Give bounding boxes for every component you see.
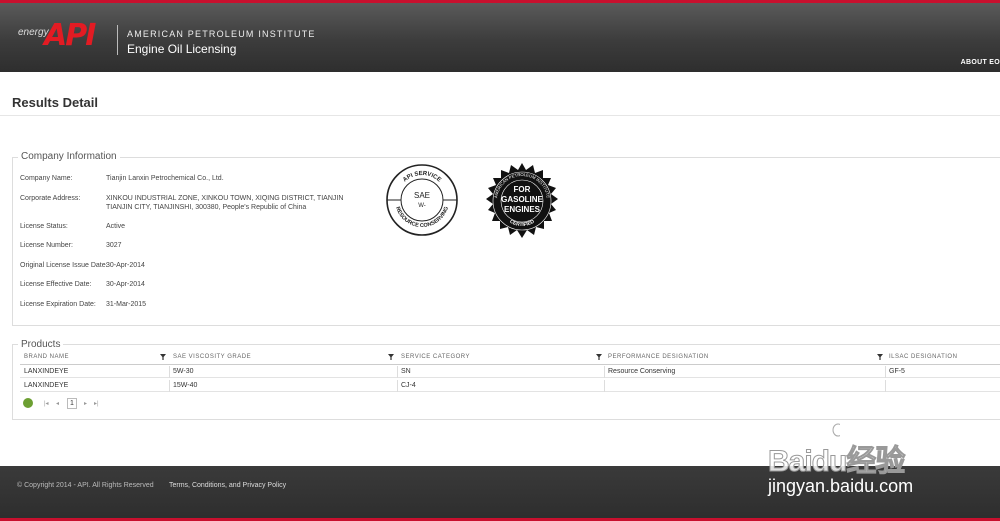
column-separator bbox=[397, 380, 398, 392]
column-header-service-category[interactable]: SERVICE CATEGORY bbox=[401, 354, 470, 360]
filter-icon[interactable] bbox=[388, 354, 394, 360]
info-label: Corporate Address: bbox=[20, 195, 81, 202]
column-header-sae-viscosity-grade[interactable]: SAE VISCOSITY GRADE bbox=[173, 354, 251, 360]
cell-brand-name: LANXINDEYE bbox=[24, 368, 69, 375]
column-header-ilsac-designation[interactable]: ILSAC DESIGNATION bbox=[889, 354, 957, 360]
filter-icon[interactable] bbox=[596, 354, 602, 360]
info-value: 31-Mar-2015 bbox=[106, 301, 147, 308]
info-label: License Effective Date: bbox=[20, 281, 92, 288]
org-name: AMERICAN PETROLEUM INSTITUTE bbox=[127, 29, 316, 39]
grid-pager: |◂ ◂ 1 ▸ ▸| bbox=[23, 398, 113, 412]
info-label: License Status: bbox=[20, 223, 68, 230]
site-header: energy API AMERICAN PETROLEUM INSTITUTE … bbox=[0, 0, 1000, 72]
cell-brand-name: LANXINDEYE bbox=[24, 382, 69, 389]
filter-icon[interactable] bbox=[877, 354, 883, 360]
products-legend: Products bbox=[18, 339, 64, 350]
prev-page-icon[interactable]: ◂ bbox=[56, 400, 59, 407]
cell-service-category: SN bbox=[401, 368, 411, 375]
column-separator bbox=[397, 366, 398, 378]
api-service-donut-seal: API SERVICE RESOURCE CONSERVING SAE W- bbox=[386, 164, 458, 236]
svg-text:GASOLINE: GASOLINE bbox=[501, 195, 543, 204]
nav-about-link[interactable]: ABOUT EO bbox=[961, 59, 1000, 66]
column-separator bbox=[885, 366, 886, 378]
column-separator bbox=[604, 380, 605, 392]
watermark-url: jingyan.baidu.com bbox=[768, 476, 914, 496]
last-page-icon[interactable]: ▸| bbox=[94, 400, 99, 407]
copyright-text: © Copyright 2014 - API. All Rights Reser… bbox=[17, 482, 154, 489]
info-value: 3027 bbox=[106, 242, 122, 249]
column-header-brand-name[interactable]: BRAND NAME bbox=[24, 354, 69, 360]
info-value: 30-Apr-2014 bbox=[106, 281, 145, 288]
grid-header: BRAND NAME SAE VISCOSITY GRADE SERVICE C… bbox=[20, 351, 1000, 365]
next-page-icon[interactable]: ▸ bbox=[84, 400, 87, 407]
table-row[interactable]: LANXINDEYE 15W-40 CJ-4 bbox=[20, 380, 1000, 392]
column-separator bbox=[169, 380, 170, 392]
cell-sae-grade: 15W-40 bbox=[173, 382, 198, 389]
info-value: Active bbox=[106, 223, 126, 230]
filter-icon[interactable] bbox=[160, 354, 166, 360]
svg-text:W-: W- bbox=[418, 203, 426, 209]
svg-text:ENGINES: ENGINES bbox=[504, 205, 541, 214]
refresh-icon[interactable] bbox=[23, 398, 33, 408]
company-legend: Company Information bbox=[18, 151, 120, 162]
info-label: Original License Issue Date: bbox=[20, 262, 108, 269]
cell-service-category: CJ-4 bbox=[401, 382, 416, 389]
watermark-baidu-jingyan: Baidu经验 bbox=[767, 445, 905, 479]
terms-privacy-link[interactable]: Terms, Conditions, and Privacy Policy bbox=[169, 482, 286, 489]
table-row[interactable]: LANXINDEYE 5W-30 SN Resource Conserving … bbox=[20, 366, 1000, 378]
logo-divider bbox=[117, 25, 118, 55]
info-label: License Expiration Date: bbox=[20, 301, 96, 308]
column-header-performance-designation[interactable]: PERFORMANCE DESIGNATION bbox=[608, 354, 709, 360]
first-page-icon[interactable]: |◂ bbox=[44, 400, 49, 407]
cell-sae-grade: 5W-30 bbox=[173, 368, 194, 375]
api-logo[interactable]: API bbox=[44, 21, 96, 51]
app-name: Engine Oil Licensing bbox=[127, 42, 237, 56]
cell-ilsac-designation: GF-5 bbox=[889, 368, 905, 375]
info-value: Tianjin Lanxin Petrochemical Co., Ltd. bbox=[106, 175, 224, 182]
svg-text:SAE: SAE bbox=[414, 191, 430, 200]
current-page-button[interactable]: 1 bbox=[67, 398, 77, 409]
column-separator bbox=[885, 380, 886, 392]
info-value: XINKOU INDUSTRIAL ZONE, XINKOU TOWN, XIQ… bbox=[106, 195, 344, 211]
info-value: 30-Apr-2014 bbox=[106, 262, 145, 269]
page-title: Results Detail bbox=[12, 95, 98, 110]
info-label: License Number: bbox=[20, 242, 73, 249]
certification-starburst-seal: AMERICAN PETROLEUM INSTITUTE CERTIFIED F… bbox=[486, 163, 558, 238]
info-label: Company Name: bbox=[20, 175, 73, 182]
column-separator bbox=[604, 366, 605, 378]
svg-text:FOR: FOR bbox=[514, 185, 531, 194]
cell-performance-designation: Resource Conserving bbox=[608, 368, 676, 375]
title-divider bbox=[0, 115, 1000, 116]
column-separator bbox=[169, 366, 170, 378]
